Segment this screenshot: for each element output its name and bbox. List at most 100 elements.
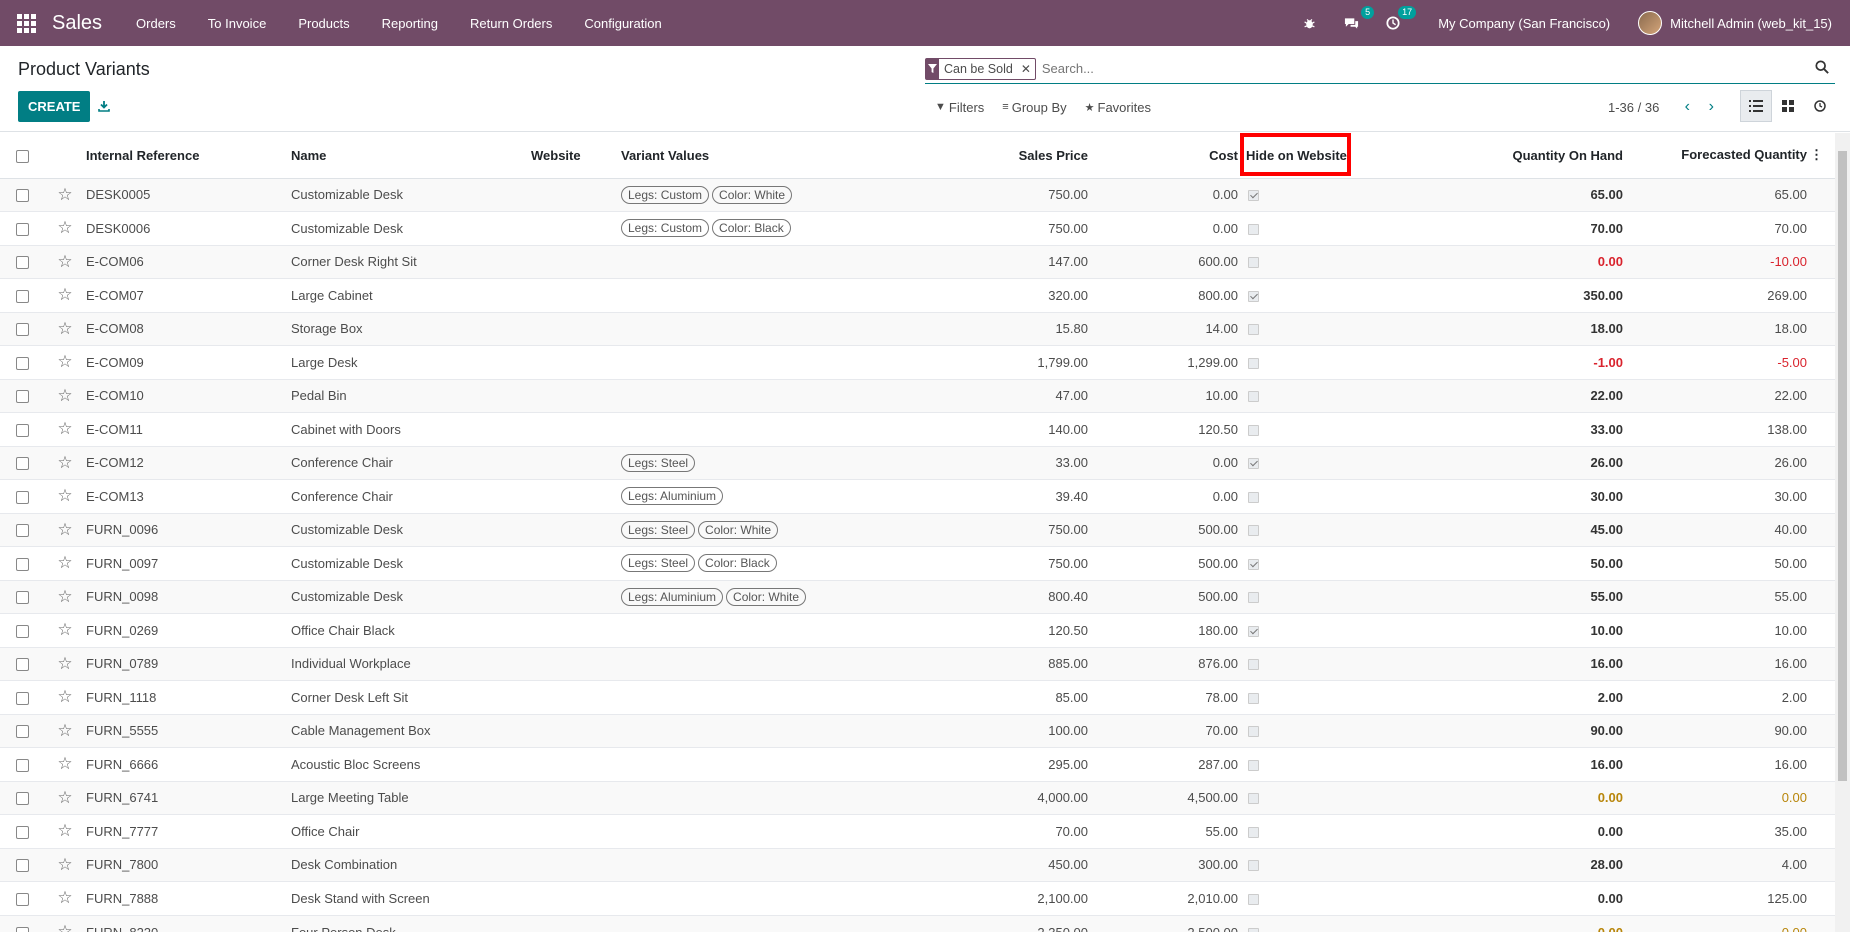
cell-name[interactable]: Customizable Desk: [291, 177, 531, 212]
cell-hide-on-website[interactable]: [1238, 747, 1428, 781]
row-checkbox-cell[interactable]: [0, 244, 44, 279]
table-row[interactable]: ☆ FURN_7777 Office Chair 70.00 55.00 0.0…: [0, 814, 1835, 848]
cell-name[interactable]: Customizable Desk: [291, 546, 531, 580]
header-hide-on-website[interactable]: Hide on Website: [1238, 133, 1428, 179]
cell-cost[interactable]: 4,500.00: [1088, 780, 1238, 815]
activities-clock-icon[interactable]: 17: [1384, 6, 1417, 32]
cell-name[interactable]: Large Cabinet: [291, 278, 531, 312]
cell-hide-on-website[interactable]: [1238, 814, 1428, 848]
header-website[interactable]: Website: [531, 133, 621, 179]
row-checkbox-cell[interactable]: [0, 713, 44, 748]
cell-forecasted-quantity[interactable]: 269.00: [1623, 278, 1835, 312]
row-checkbox[interactable]: [15, 792, 29, 806]
cell-quantity-on-hand[interactable]: -1.00: [1428, 345, 1623, 379]
cell-quantity-on-hand[interactable]: 0.00: [1428, 914, 1623, 932]
cell-forecasted-quantity[interactable]: 16.00: [1623, 747, 1835, 781]
activity-view-icon[interactable]: [1804, 90, 1836, 122]
cell-internal-reference[interactable]: E-COM06: [86, 244, 291, 279]
cell-cost[interactable]: 0.00: [1088, 211, 1238, 245]
cell-forecasted-quantity[interactable]: 0.00: [1623, 914, 1835, 932]
cell-sales-price[interactable]: 295.00: [881, 747, 1088, 781]
cell-name[interactable]: Cable Management Box: [291, 713, 531, 748]
cell-name[interactable]: Customizable Desk: [291, 579, 531, 614]
cell-sales-price[interactable]: 750.00: [881, 512, 1088, 547]
menu-reporting[interactable]: Reporting: [366, 0, 454, 46]
table-row[interactable]: ☆ E-COM11 Cabinet with Doors 140.00 120.…: [0, 412, 1835, 446]
table-row[interactable]: ☆ FURN_0096 Customizable Desk Legs: Stee…: [0, 512, 1835, 547]
cell-website[interactable]: [531, 613, 621, 647]
cell-hide-on-website[interactable]: [1238, 613, 1428, 647]
table-row[interactable]: ☆ FURN_8220 Four Person Desk 2,350.00 2,…: [0, 914, 1835, 932]
cell-sales-price[interactable]: 750.00: [881, 177, 1088, 212]
cell-forecasted-quantity[interactable]: 35.00: [1623, 814, 1835, 848]
cell-quantity-on-hand[interactable]: 28.00: [1428, 847, 1623, 882]
cell-sales-price[interactable]: 750.00: [881, 546, 1088, 580]
create-button[interactable]: CREATE: [18, 91, 91, 122]
cell-variant-values[interactable]: [621, 278, 881, 312]
cell-hide-on-website[interactable]: [1238, 646, 1428, 681]
cell-variant-values[interactable]: Legs: Steel Color: Black: [621, 546, 881, 580]
row-checkbox[interactable]: [15, 591, 29, 605]
header-variant-values[interactable]: Variant Values: [621, 133, 881, 179]
cell-website[interactable]: [531, 177, 621, 212]
cell-quantity-on-hand[interactable]: 50.00: [1428, 546, 1623, 580]
row-checkbox-cell[interactable]: [0, 680, 44, 714]
kanban-view-icon[interactable]: [1772, 90, 1804, 122]
hide-on-website-checkbox[interactable]: [1248, 257, 1259, 269]
row-checkbox[interactable]: [15, 557, 29, 571]
cell-hide-on-website[interactable]: [1238, 479, 1428, 513]
row-checkbox-cell[interactable]: [0, 613, 44, 647]
row-checkbox[interactable]: [15, 189, 29, 203]
cell-forecasted-quantity[interactable]: 2.00: [1623, 680, 1835, 714]
header-name[interactable]: Name: [291, 133, 531, 179]
cell-variant-values[interactable]: [621, 311, 881, 346]
row-checkbox[interactable]: [15, 390, 29, 404]
cell-hide-on-website[interactable]: [1238, 278, 1428, 312]
table-row[interactable]: ☆ E-COM07 Large Cabinet 320.00 800.00 35…: [0, 278, 1835, 312]
table-row[interactable]: ☆ FURN_0098 Customizable Desk Legs: Alum…: [0, 579, 1835, 614]
cell-sales-price[interactable]: 2,350.00: [881, 914, 1088, 932]
cell-name[interactable]: Office Chair Black: [291, 613, 531, 647]
cell-cost[interactable]: 78.00: [1088, 680, 1238, 714]
cell-hide-on-website[interactable]: [1238, 412, 1428, 446]
cell-internal-reference[interactable]: E-COM12: [86, 445, 291, 480]
cell-internal-reference[interactable]: FURN_6666: [86, 747, 291, 781]
cell-variant-values[interactable]: [621, 881, 881, 915]
menu-products[interactable]: Products: [282, 0, 365, 46]
cell-name[interactable]: Conference Chair: [291, 445, 531, 480]
cell-hide-on-website[interactable]: [1238, 211, 1428, 245]
favorite-star-icon[interactable]: ☆: [44, 680, 86, 714]
cell-website[interactable]: [531, 780, 621, 815]
table-row[interactable]: ☆ FURN_6741 Large Meeting Table 4,000.00…: [0, 780, 1835, 815]
cell-forecasted-quantity[interactable]: 10.00: [1623, 613, 1835, 647]
favorite-star-icon[interactable]: ☆: [44, 847, 86, 882]
cell-website[interactable]: [531, 378, 621, 413]
row-checkbox-cell[interactable]: [0, 345, 44, 379]
hide-on-website-checkbox[interactable]: [1248, 625, 1259, 637]
cell-name[interactable]: Large Desk: [291, 345, 531, 379]
cell-internal-reference[interactable]: E-COM07: [86, 278, 291, 312]
cell-cost[interactable]: 500.00: [1088, 546, 1238, 580]
header-quantity-on-hand[interactable]: Quantity On Hand: [1428, 133, 1623, 179]
header-cost[interactable]: Cost: [1088, 133, 1238, 179]
cell-forecasted-quantity[interactable]: 90.00: [1623, 713, 1835, 748]
cell-name[interactable]: Pedal Bin: [291, 378, 531, 413]
cell-hide-on-website[interactable]: [1238, 445, 1428, 480]
hide-on-website-checkbox[interactable]: [1248, 893, 1259, 905]
favorite-star-icon[interactable]: ☆: [44, 613, 86, 647]
cell-website[interactable]: [531, 713, 621, 748]
cell-sales-price[interactable]: 39.40: [881, 479, 1088, 513]
cell-cost[interactable]: 0.00: [1088, 177, 1238, 212]
select-all-checkbox[interactable]: [15, 149, 29, 163]
cell-variant-values[interactable]: Legs: Steel Color: White: [621, 512, 881, 547]
export-download-icon[interactable]: [94, 94, 114, 118]
cell-variant-values[interactable]: Legs: Custom Color: White: [621, 177, 881, 212]
cell-internal-reference[interactable]: E-COM10: [86, 378, 291, 413]
cell-variant-values[interactable]: Legs: Steel: [621, 445, 881, 480]
cell-name[interactable]: Large Meeting Table: [291, 780, 531, 815]
cell-variant-values[interactable]: [621, 646, 881, 681]
cell-quantity-on-hand[interactable]: 0.00: [1428, 814, 1623, 848]
cell-hide-on-website[interactable]: [1238, 512, 1428, 547]
cell-internal-reference[interactable]: FURN_5555: [86, 713, 291, 748]
cell-hide-on-website[interactable]: [1238, 914, 1428, 932]
